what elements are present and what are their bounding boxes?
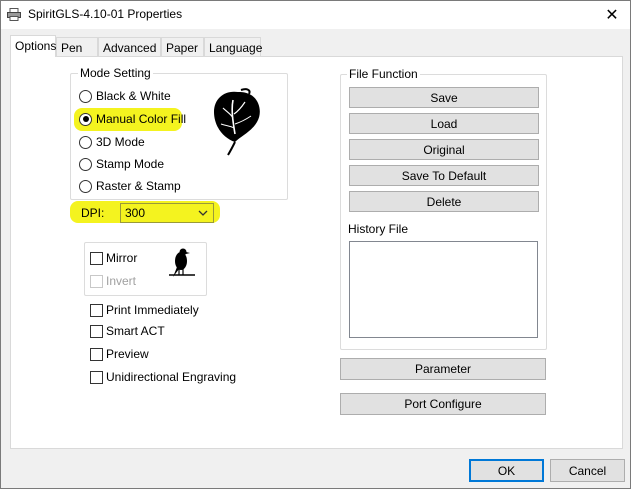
- tab-advanced[interactable]: Advanced: [98, 37, 161, 56]
- anthurium-leaf-icon: [214, 88, 260, 156]
- checkbox-box[interactable]: [90, 251, 103, 265]
- tab-options[interactable]: Options: [10, 35, 56, 57]
- file-function-group: File Function Save Load Original Save To…: [340, 67, 547, 350]
- load-button[interactable]: Load: [349, 113, 539, 134]
- radio-button[interactable]: [79, 157, 92, 171]
- checkbox-label: Mirror: [106, 251, 138, 265]
- preview-checkbox[interactable]: Preview: [90, 346, 149, 362]
- mode-setting-group: Mode Setting Black & White Manual Color …: [70, 66, 288, 200]
- dpi-select[interactable]: 300: [120, 203, 214, 223]
- cancel-button[interactable]: Cancel: [550, 459, 625, 482]
- radio-button[interactable]: [79, 179, 92, 193]
- properties-dialog: SpiritGLS-4.10-01 Properties ✕ Options P…: [0, 0, 631, 489]
- radio-raster-stamp[interactable]: Raster & Stamp: [79, 178, 181, 194]
- print-immediately-checkbox[interactable]: Print Immediately: [90, 302, 199, 318]
- tab-pen[interactable]: Pen: [56, 37, 98, 56]
- dpi-label: DPI:: [81, 206, 105, 220]
- bird-icon: [169, 248, 195, 277]
- unidirectional-engraving-checkbox[interactable]: Unidirectional Engraving: [90, 369, 236, 385]
- radio-label: 3D Mode: [96, 135, 145, 149]
- checkbox-box[interactable]: [90, 324, 103, 338]
- radio-black-white[interactable]: Black & White: [79, 88, 171, 104]
- file-function-label: File Function: [347, 67, 420, 81]
- original-button[interactable]: Original: [349, 139, 539, 160]
- radio-label: Black & White: [96, 89, 171, 103]
- radio-button[interactable]: [79, 112, 92, 126]
- radio-stamp-mode[interactable]: Stamp Mode: [79, 156, 164, 172]
- radio-3d-mode[interactable]: 3D Mode: [79, 134, 145, 150]
- window-title: SpiritGLS-4.10-01 Properties: [28, 7, 183, 21]
- checkbox-label: Preview: [106, 347, 149, 361]
- checkbox-label: Smart ACT: [106, 324, 165, 338]
- checkbox-label: Unidirectional Engraving: [106, 370, 237, 384]
- title-bar: SpiritGLS-4.10-01 Properties ✕: [1, 1, 630, 29]
- mirror-group: Mirror Invert: [84, 242, 207, 296]
- options-panel: Mode Setting Black & White Manual Color …: [10, 56, 623, 449]
- dpi-value: 300: [125, 206, 146, 220]
- radio-label: Manual Color Fill: [96, 112, 187, 126]
- radio-button[interactable]: [79, 89, 92, 103]
- invert-checkbox: Invert: [90, 273, 136, 289]
- checkbox-label: Print Immediately: [106, 303, 199, 317]
- checkbox-box[interactable]: [90, 347, 103, 361]
- printer-icon: [7, 8, 21, 21]
- tab-language[interactable]: Language: [204, 37, 262, 56]
- smart-act-checkbox[interactable]: Smart ACT: [90, 323, 165, 339]
- radio-label: Raster & Stamp: [96, 179, 181, 193]
- radio-manual-color-fill[interactable]: Manual Color Fill: [79, 111, 186, 127]
- ok-button[interactable]: OK: [469, 459, 544, 482]
- port-configure-button[interactable]: Port Configure: [340, 393, 546, 415]
- checkbox-box[interactable]: [90, 303, 103, 317]
- delete-button[interactable]: Delete: [349, 191, 539, 212]
- mirror-checkbox[interactable]: Mirror: [90, 250, 137, 266]
- mode-setting-label: Mode Setting: [78, 66, 153, 80]
- chevron-down-icon: [198, 210, 208, 216]
- radio-label: Stamp Mode: [96, 157, 165, 171]
- checkbox-box[interactable]: [90, 370, 103, 384]
- radio-button[interactable]: [79, 135, 92, 149]
- save-to-default-button[interactable]: Save To Default: [349, 165, 539, 186]
- close-icon[interactable]: ✕: [594, 1, 630, 29]
- tab-paper[interactable]: Paper: [161, 37, 204, 56]
- checkbox-label: Invert: [106, 274, 137, 288]
- checkbox-box: [90, 274, 103, 288]
- parameter-button[interactable]: Parameter: [340, 358, 546, 380]
- history-file-list[interactable]: [349, 241, 538, 338]
- save-button[interactable]: Save: [349, 87, 539, 108]
- history-file-label: History File: [348, 222, 409, 236]
